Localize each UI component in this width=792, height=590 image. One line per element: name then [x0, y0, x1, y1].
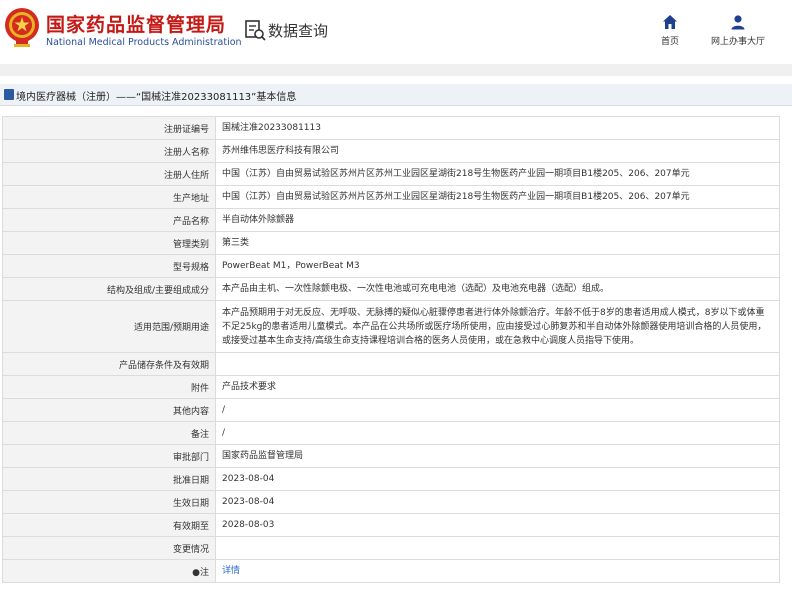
- table-row-approval-department: 审批部门 国家药品监督管理局: [2, 444, 780, 468]
- table-row-storage-validity: 产品储存条件及有效期: [2, 352, 780, 376]
- row-value: 苏州维伟思医疗科技有限公司: [215, 139, 780, 163]
- row-value: 本产品由主机、一次性除颤电极、一次性电池或可充电电池（选配）及电池充电器（选配）…: [215, 277, 780, 301]
- table-row-valid-until: 有效期至 2028-08-03: [2, 513, 780, 537]
- table-row-other-content: 其他内容 /: [2, 398, 780, 422]
- row-value: [215, 352, 780, 376]
- row-value: 详情: [215, 559, 780, 583]
- table-row-effective-date: 生效日期 2023-08-04: [2, 490, 780, 514]
- row-label: 附件: [2, 375, 216, 399]
- site-header: 国家药品监督管理局 National Medical Products Admi…: [0, 0, 792, 64]
- table-row-registrant-name: 注册人名称 苏州维伟思医疗科技有限公司: [2, 139, 780, 163]
- row-label: 变更情况: [2, 536, 216, 560]
- breadcrumb-text: 境内医疗器械（注册）——“国械注准20233081113”基本信息: [16, 92, 297, 103]
- row-label: 生效日期: [2, 490, 216, 514]
- row-label: ●注: [2, 559, 216, 583]
- row-label: 有效期至: [2, 513, 216, 537]
- row-value: 中国（江苏）自由贸易试验区苏州片区苏州工业园区星湖街218号生物医药产业园一期项…: [215, 162, 780, 186]
- row-value: PowerBeat M1，PowerBeat M3: [215, 254, 780, 278]
- row-value: 本产品预期用于对无反应、无呼吸、无脉搏的疑似心脏骤停患者进行体外除颤治疗。年龄不…: [215, 300, 780, 353]
- table-row-management-class: 管理类别 第三类: [2, 231, 780, 255]
- table-row-registrant-address: 注册人住所 中国（江苏）自由贸易试验区苏州片区苏州工业园区星湖街218号生物医药…: [2, 162, 780, 186]
- table-row-registration-number: 注册证编号 国械注准20233081113: [2, 116, 780, 140]
- nav-home-label: 首页: [660, 37, 679, 47]
- row-label: 批准日期: [2, 467, 216, 491]
- data-query-icon[interactable]: [244, 19, 266, 41]
- user-icon: [731, 15, 745, 30]
- nav-online-office-label: 网上办事大厅: [710, 37, 765, 47]
- national-emblem-icon: [5, 8, 39, 47]
- row-value: [215, 536, 780, 560]
- table-row-note: ●注 详情: [2, 559, 780, 583]
- row-label: 产品储存条件及有效期: [2, 352, 216, 376]
- row-value: 国家药品监督管理局: [215, 444, 780, 468]
- row-label: 注册人住所: [2, 162, 216, 186]
- table-row-attachment: 附件 产品技术要求: [2, 375, 780, 399]
- table-row-approval-date: 批准日期 2023-08-04: [2, 467, 780, 491]
- row-label: 生产地址: [2, 185, 216, 209]
- breadcrumb: 境内医疗器械（注册）——“国械注准20233081113”基本信息: [0, 84, 792, 106]
- table-row-production-address: 生产地址 中国（江苏）自由贸易试验区苏州片区苏州工业园区星湖街218号生物医药产…: [2, 185, 780, 209]
- row-value: 2023-08-04: [215, 490, 780, 514]
- details-link[interactable]: 详情: [222, 566, 240, 576]
- nav-home[interactable]: 首页: [652, 14, 688, 50]
- row-label: 型号规格: [2, 254, 216, 278]
- row-value: /: [215, 398, 780, 422]
- row-value: 半自动体外除颤器: [215, 208, 780, 232]
- table-row-intended-use: 适用范围/预期用途 本产品预期用于对无反应、无呼吸、无脉搏的疑似心脏骤停患者进行…: [2, 300, 780, 353]
- row-label: 备注: [2, 421, 216, 445]
- row-value: 产品技术要求: [215, 375, 780, 399]
- site-title[interactable]: 国家药品监督管理局: [46, 10, 226, 37]
- header-divider: [0, 64, 792, 76]
- row-value: 中国（江苏）自由贸易试验区苏州片区苏州工业园区星湖街218号生物医药产业园一期项…: [215, 185, 780, 209]
- row-label: 管理类别: [2, 231, 216, 255]
- table-row-change-status: 变更情况: [2, 536, 780, 560]
- row-label: 产品名称: [2, 208, 216, 232]
- table-row-product-name: 产品名称 半自动体外除颤器: [2, 208, 780, 232]
- row-value: 国械注准20233081113: [215, 116, 780, 140]
- row-label: 审批部门: [2, 444, 216, 468]
- document-icon: [4, 89, 14, 100]
- row-label: 注册证编号: [2, 116, 216, 140]
- data-query-link[interactable]: 数据查询: [268, 20, 328, 41]
- table-row-remarks: 备注 /: [2, 421, 780, 445]
- row-label: 结构及组成/主要组成成分: [2, 277, 216, 301]
- row-label: 注册人名称: [2, 139, 216, 163]
- row-value: /: [215, 421, 780, 445]
- row-value: 2023-08-04: [215, 467, 780, 491]
- row-label: 适用范围/预期用途: [2, 300, 216, 353]
- table-row-model-spec: 型号规格 PowerBeat M1，PowerBeat M3: [2, 254, 780, 278]
- site-subtitle: National Medical Products Administration: [46, 37, 242, 48]
- nav-online-office[interactable]: 网上办事大厅: [704, 14, 772, 50]
- table-row-structure-composition: 结构及组成/主要组成成分 本产品由主机、一次性除颤电极、一次性电池或可充电电池（…: [2, 277, 780, 301]
- home-icon: [663, 15, 677, 29]
- row-value: 2028-08-03: [215, 513, 780, 537]
- device-info-table: 注册证编号 国械注准20233081113 注册人名称 苏州维伟思医疗科技有限公…: [2, 116, 780, 583]
- row-value: 第三类: [215, 231, 780, 255]
- row-label: 其他内容: [2, 398, 216, 422]
